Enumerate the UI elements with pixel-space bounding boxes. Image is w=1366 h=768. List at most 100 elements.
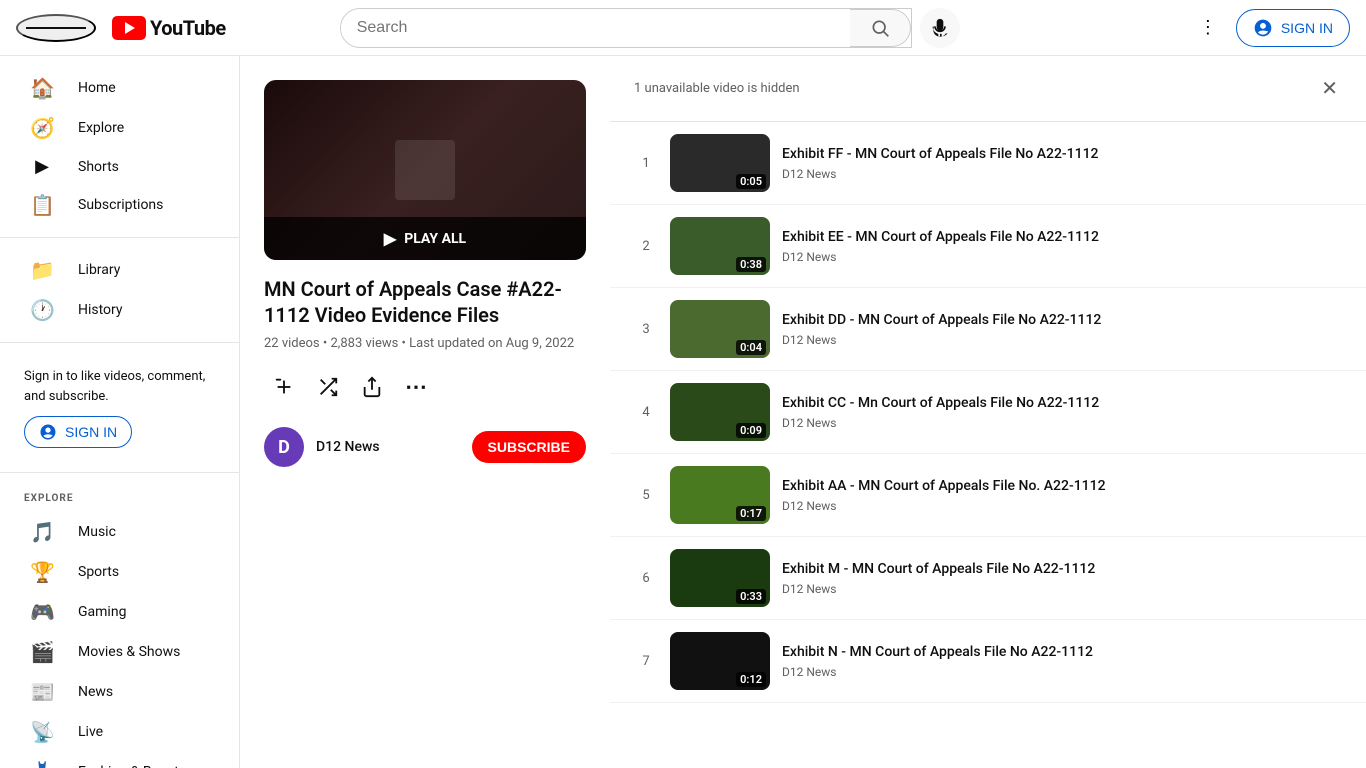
sidebar-item-label: Fashion & Beauty bbox=[78, 764, 186, 768]
playlist-thumbnail[interactable]: ▶ PLAY ALL bbox=[264, 80, 586, 260]
video-title: Exhibit EE - MN Court of Appeals File No… bbox=[782, 228, 1342, 246]
logo-text: YouTube bbox=[150, 16, 226, 40]
explore-icon: 🧭 bbox=[30, 116, 54, 140]
video-thumbnail: 0:04 bbox=[670, 300, 770, 358]
video-info: Exhibit DD - MN Court of Appeals File No… bbox=[782, 311, 1342, 347]
sign-in-button[interactable]: SIGN IN bbox=[1236, 9, 1350, 47]
share-button[interactable] bbox=[352, 367, 392, 407]
home-icon: 🏠 bbox=[30, 76, 54, 100]
video-duration: 0:17 bbox=[736, 506, 766, 521]
header-left: YouTube bbox=[16, 14, 226, 42]
more-options-button[interactable]: ⋮ bbox=[1188, 8, 1228, 48]
sidebar-item-movies[interactable]: 🎬 Movies & Shows bbox=[6, 632, 233, 672]
video-channel: D12 News bbox=[782, 167, 1342, 181]
youtube-logo-icon bbox=[112, 16, 146, 40]
header: YouTube ⋮ SIGN IN bbox=[0, 0, 1366, 56]
video-duration: 0:33 bbox=[736, 589, 766, 604]
unavailable-bar: 1 unavailable video is hidden ✕ bbox=[610, 56, 1366, 122]
search-bar bbox=[340, 8, 912, 48]
sidebar-item-subscriptions[interactable]: 📋 Subscriptions bbox=[6, 185, 233, 225]
subscribe-button[interactable]: SUBSCRIBE bbox=[472, 431, 586, 463]
sidebar-item-history[interactable]: 🕐 History bbox=[6, 290, 233, 330]
video-number: 5 bbox=[634, 488, 658, 503]
menu-button[interactable] bbox=[16, 14, 96, 42]
sidebar-item-news[interactable]: 📰 News bbox=[6, 672, 233, 712]
header-right: ⋮ SIGN IN bbox=[1188, 8, 1350, 48]
sidebar-item-label: Shorts bbox=[78, 159, 119, 175]
gaming-icon: 🎮 bbox=[30, 600, 54, 624]
sidebar-item-shorts[interactable]: ▶ Shorts bbox=[6, 148, 233, 185]
playlist-title: MN Court of Appeals Case #A22-1112 Video… bbox=[264, 276, 586, 328]
video-item[interactable]: 5 0:17 Exhibit AA - MN Court of Appeals … bbox=[610, 454, 1366, 537]
sign-in-box-button[interactable]: SIGN IN bbox=[24, 416, 132, 448]
video-thumbnail: 0:05 bbox=[670, 134, 770, 192]
sidebar-item-music[interactable]: 🎵 Music bbox=[6, 512, 233, 552]
sidebar-item-label: Gaming bbox=[78, 604, 126, 620]
sidebar-item-gaming[interactable]: 🎮 Gaming bbox=[6, 592, 233, 632]
sidebar-item-label: Movies & Shows bbox=[78, 644, 180, 660]
sidebar-item-label: Explore bbox=[78, 120, 124, 136]
video-item[interactable]: 3 0:04 Exhibit DD - MN Court of Appeals … bbox=[610, 288, 1366, 371]
video-item[interactable]: 1 0:05 Exhibit FF - MN Court of Appeals … bbox=[610, 122, 1366, 205]
video-duration: 0:38 bbox=[736, 257, 766, 272]
video-number: 7 bbox=[634, 654, 658, 669]
sidebar-divider-3 bbox=[0, 472, 239, 473]
video-number: 2 bbox=[634, 239, 658, 254]
video-duration: 0:04 bbox=[736, 340, 766, 355]
add-to-playlist-button[interactable] bbox=[264, 367, 304, 407]
video-title: Exhibit N - MN Court of Appeals File No … bbox=[782, 643, 1342, 661]
subscriptions-icon: 📋 bbox=[30, 193, 54, 217]
video-number: 3 bbox=[634, 322, 658, 337]
sidebar-item-fashion[interactable]: 👗 Fashion & Beauty bbox=[6, 752, 233, 768]
video-channel: D12 News bbox=[782, 582, 1342, 596]
shorts-icon: ▶ bbox=[30, 156, 54, 177]
video-thumbnail: 0:38 bbox=[670, 217, 770, 275]
video-duration: 0:09 bbox=[736, 423, 766, 438]
video-list-panel: 1 unavailable video is hidden ✕ 1 0:05 E… bbox=[610, 56, 1366, 768]
sidebar-item-label: Subscriptions bbox=[78, 197, 163, 213]
video-number: 6 bbox=[634, 571, 658, 586]
movies-icon: 🎬 bbox=[30, 640, 54, 664]
more-options-button[interactable]: ⋯ bbox=[396, 367, 436, 407]
search-input[interactable] bbox=[341, 9, 850, 47]
sidebar-item-label: News bbox=[78, 684, 113, 700]
shuffle-button[interactable] bbox=[308, 367, 348, 407]
play-all-overlay[interactable]: ▶ PLAY ALL bbox=[264, 217, 586, 260]
video-title: Exhibit AA - MN Court of Appeals File No… bbox=[782, 477, 1342, 495]
video-thumbnail: 0:12 bbox=[670, 632, 770, 690]
video-info: Exhibit CC - Mn Court of Appeals File No… bbox=[782, 394, 1342, 430]
sign-in-box: Sign in to like videos, comment, and sub… bbox=[0, 355, 239, 460]
video-info: Exhibit EE - MN Court of Appeals File No… bbox=[782, 228, 1342, 264]
video-info: Exhibit AA - MN Court of Appeals File No… bbox=[782, 477, 1342, 513]
video-duration: 0:05 bbox=[736, 174, 766, 189]
video-title: Exhibit DD - MN Court of Appeals File No… bbox=[782, 311, 1342, 329]
logo[interactable]: YouTube bbox=[112, 16, 226, 40]
video-channel: D12 News bbox=[782, 416, 1342, 430]
sidebar-item-sports[interactable]: 🏆 Sports bbox=[6, 552, 233, 592]
live-icon: 📡 bbox=[30, 720, 54, 744]
video-channel: D12 News bbox=[782, 665, 1342, 679]
video-number: 4 bbox=[634, 405, 658, 420]
video-duration: 0:12 bbox=[736, 672, 766, 687]
sidebar-item-library[interactable]: 📁 Library bbox=[6, 250, 233, 290]
channel-row: D D12 News SUBSCRIBE bbox=[264, 427, 586, 467]
video-item[interactable]: 4 0:09 Exhibit CC - Mn Court of Appeals … bbox=[610, 371, 1366, 454]
sidebar-item-home[interactable]: 🏠 Home bbox=[6, 68, 233, 108]
sidebar-item-live[interactable]: 📡 Live bbox=[6, 712, 233, 752]
sidebar-item-explore[interactable]: 🧭 Explore bbox=[6, 108, 233, 148]
video-item[interactable]: 7 0:12 Exhibit N - MN Court of Appeals F… bbox=[610, 620, 1366, 703]
history-icon: 🕐 bbox=[30, 298, 54, 322]
sidebar: 🏠 Home 🧭 Explore ▶ Shorts 📋 Subscription… bbox=[0, 56, 240, 768]
video-item[interactable]: 2 0:38 Exhibit EE - MN Court of Appeals … bbox=[610, 205, 1366, 288]
video-item[interactable]: 6 0:33 Exhibit M - MN Court of Appeals F… bbox=[610, 537, 1366, 620]
sign-in-box-text: Sign in to like videos, comment, and sub… bbox=[24, 369, 205, 404]
video-title: Exhibit CC - Mn Court of Appeals File No… bbox=[782, 394, 1342, 412]
video-info: Exhibit FF - MN Court of Appeals File No… bbox=[782, 145, 1342, 181]
search-button[interactable] bbox=[850, 9, 911, 47]
mic-button[interactable] bbox=[920, 8, 960, 48]
library-icon: 📁 bbox=[30, 258, 54, 282]
video-list: 1 0:05 Exhibit FF - MN Court of Appeals … bbox=[610, 122, 1366, 703]
playlist-panel: ▶ PLAY ALL MN Court of Appeals Case #A22… bbox=[240, 56, 610, 768]
main-container: 🏠 Home 🧭 Explore ▶ Shorts 📋 Subscription… bbox=[0, 56, 1366, 768]
close-unavailable-button[interactable]: ✕ bbox=[1317, 72, 1342, 105]
